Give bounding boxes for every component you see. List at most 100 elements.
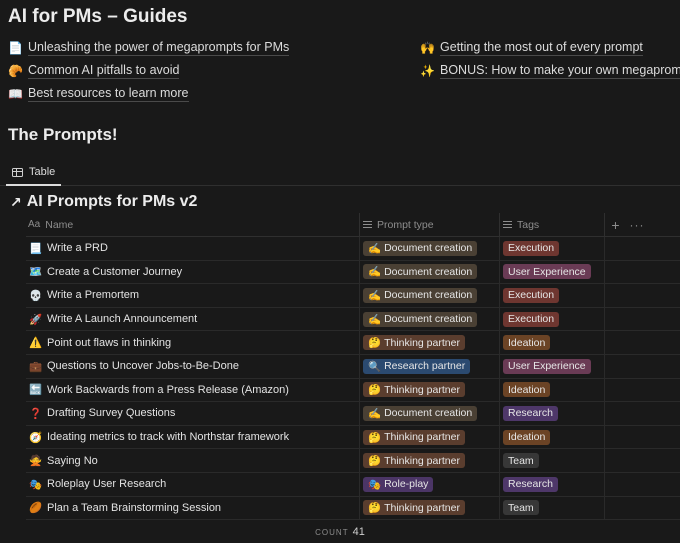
name-cell[interactable]: 🎭 Roleplay User Research — [26, 473, 359, 496]
guide-link-label: Common AI pitfalls to avoid — [28, 63, 180, 79]
table-row[interactable]: 🎭 Roleplay User Research 🎭 Role-play Researc… — [26, 472, 680, 497]
empty-cell — [604, 237, 680, 260]
add-column-button[interactable]: + — [604, 212, 626, 237]
table-row[interactable]: ❓ Drafting Survey Questions ✍️ Document cre… — [26, 402, 680, 426]
tag-pill: Ideation — [503, 429, 551, 445]
table-row[interactable]: 🚀 Write A Launch Announcement ✍️ Document c… — [26, 307, 680, 332]
prompt-type-icon: 🤔 — [368, 502, 382, 515]
column-header-tags[interactable]: Tags — [499, 212, 604, 237]
guide-link-pitfalls[interactable]: 🥐 Common AI pitfalls to avoid — [8, 63, 180, 79]
prompt-type-cell[interactable]: ✍️ Document creation — [359, 260, 499, 284]
table-row[interactable]: 📃 Write a PRD ✍️ Document creation Execution — [26, 237, 680, 261]
tags-cell[interactable]: User Experience — [499, 354, 604, 378]
prompt-type-cell[interactable]: ✍️ Document creation — [359, 237, 499, 260]
prompt-type-icon: ✍️ — [368, 242, 382, 255]
prompt-type-cell[interactable]: 🤔 Thinking partner — [359, 425, 499, 449]
prompt-type-cell[interactable]: ✍️ Document creation — [359, 402, 499, 425]
prompt-type-pill: 🎭 Role-play — [363, 476, 434, 492]
row-icon: ⚠️ — [29, 337, 43, 350]
tags-cell[interactable]: Ideation — [499, 331, 604, 354]
prompt-type-label: Research partner — [384, 360, 466, 373]
tag-pill: User Experience — [503, 264, 591, 280]
name-cell[interactable]: 🧭 Ideating metrics to track with Northsta… — [26, 426, 359, 449]
prompt-type-icon: 🔍 — [368, 360, 382, 373]
guide-link-label: Unleashing the power of megaprompts for … — [28, 40, 290, 56]
prompt-type-icon: ✍️ — [368, 313, 382, 326]
table-row[interactable]: 🙅 Saying No 🤔 Thinking partner Team — [26, 449, 680, 473]
tags-cell[interactable]: Ideation — [499, 425, 604, 449]
tags-cell[interactable]: Execution — [499, 237, 604, 260]
guide-link-most-of-prompt[interactable]: 🙌 Getting the most out of every prompt — [420, 40, 643, 56]
prompt-type-icon: 🎭 — [368, 478, 382, 491]
guide-link-megaprompts[interactable]: 📄 Unleashing the power of megaprompts fo… — [8, 40, 290, 56]
tags-cell[interactable]: Research — [499, 472, 604, 496]
count-value: 41 — [352, 526, 365, 538]
row-icon: 📃 — [29, 242, 43, 255]
empty-cell — [604, 402, 680, 425]
prompt-type-label: Thinking partner — [384, 383, 460, 396]
tab-label: Table — [29, 166, 56, 178]
row-icon: 🎭 — [29, 478, 43, 491]
page-title: AI for PMs – Guides — [8, 6, 188, 27]
tags-cell[interactable]: Team — [499, 449, 604, 472]
prompt-type-cell[interactable]: 🤔 Thinking partner — [359, 449, 499, 472]
prompt-type-pill: ✍️ Document creation — [363, 287, 478, 303]
prompt-type-cell[interactable]: ✍️ Document creation — [359, 307, 499, 331]
prompt-type-icon: ✍️ — [368, 289, 382, 302]
tags-cell[interactable]: Research — [499, 402, 604, 425]
prompt-type-cell[interactable]: 🎭 Role-play — [359, 472, 499, 496]
prompt-type-pill: 🤔 Thinking partner — [363, 429, 465, 445]
row-icon: 💀 — [29, 289, 43, 302]
name-cell[interactable]: 🚀 Write A Launch Announcement — [26, 308, 359, 331]
name-cell[interactable]: 🏉 Plan a Team Brainstorming Session — [26, 497, 359, 520]
prompt-type-cell[interactable]: ✍️ Document creation — [359, 284, 499, 307]
row-title: Ideating metrics to track with Northstar… — [47, 431, 290, 444]
name-cell[interactable]: ⚠️ Point out flaws in thinking — [26, 331, 359, 354]
tags-cell[interactable]: User Experience — [499, 260, 604, 284]
table-body: 📃 Write a PRD ✍️ Document creation Execution… — [26, 237, 680, 521]
guide-link-bonus[interactable]: ✨ BONUS: How to make your own megaprompt… — [420, 63, 680, 79]
table-row[interactable]: 💀 Write a Premortem ✍️ Document creation Exe… — [26, 284, 680, 308]
more-options-button[interactable]: ··· — [626, 213, 648, 237]
name-cell[interactable]: 🗺️ Create a Customer Journey — [26, 261, 359, 284]
guides-list: 📄 Unleashing the power of megaprompts fo… — [8, 40, 680, 110]
table-row[interactable]: 🔙 Work Backwards from a Press Release (Am… — [26, 378, 680, 403]
prompt-type-label: Thinking partner — [384, 431, 460, 444]
row-icon: 🏉 — [29, 502, 43, 515]
name-cell[interactable]: 📃 Write a PRD — [26, 237, 359, 260]
row-title: Point out flaws in thinking — [47, 336, 172, 349]
tab-table[interactable]: Table — [6, 160, 62, 186]
name-cell[interactable]: 🙅 Saying No — [26, 449, 359, 472]
prompt-type-pill: ✍️ Document creation — [363, 264, 478, 280]
table-row[interactable]: ⚠️ Point out flaws in thinking 🤔 Thinking p… — [26, 331, 680, 355]
name-cell[interactable]: 💀 Write a Premortem — [26, 284, 359, 307]
row-title: Write a Premortem — [47, 289, 140, 302]
table-row[interactable]: 💼 Questions to Uncover Jobs-to-Be-Done 🔍 Re… — [26, 354, 680, 379]
tags-cell[interactable]: Execution — [499, 307, 604, 331]
tags-cell[interactable]: Team — [499, 496, 604, 520]
prompt-type-label: Document creation — [384, 313, 473, 326]
guide-link-resources[interactable]: 📖 Best resources to learn more — [8, 86, 189, 102]
table-row[interactable]: 🏉 Plan a Team Brainstorming Session 🤔 Think… — [26, 496, 680, 521]
row-title: Questions to Uncover Jobs-to-Be-Done — [47, 360, 239, 373]
raised-hands-icon: 🙌 — [420, 41, 435, 55]
tags-cell[interactable]: Execution — [499, 284, 604, 307]
prompt-type-pill: ✍️ Document creation — [363, 240, 478, 256]
table-row[interactable]: 🧭 Ideating metrics to track with Northsta… — [26, 425, 680, 450]
column-header-name[interactable]: Aa Name — [26, 213, 359, 237]
table-row[interactable]: 🗺️ Create a Customer Journey ✍️ Document cr… — [26, 260, 680, 285]
guide-link-label: BONUS: How to make your own megaprompts — [440, 63, 680, 79]
tags-cell[interactable]: Ideation — [499, 378, 604, 402]
prompt-type-cell[interactable]: 🤔 Thinking partner — [359, 378, 499, 402]
prompt-type-cell[interactable]: 🤔 Thinking partner — [359, 496, 499, 520]
name-cell[interactable]: 🔙 Work Backwards from a Press Release (Am… — [26, 379, 359, 402]
prompt-type-cell[interactable]: 🔍 Research partner — [359, 354, 499, 378]
tag-pill: Execution — [503, 240, 560, 256]
database-title[interactable]: ↗ AI Prompts for PMs v2 — [10, 193, 197, 211]
prompt-type-cell[interactable]: 🤔 Thinking partner — [359, 331, 499, 354]
prompt-type-label: Thinking partner — [384, 336, 460, 349]
column-header-prompt-type[interactable]: Prompt type — [359, 212, 499, 237]
empty-cell — [604, 425, 680, 449]
name-cell[interactable]: ❓ Drafting Survey Questions — [26, 402, 359, 425]
name-cell[interactable]: 💼 Questions to Uncover Jobs-to-Be-Done — [26, 355, 359, 378]
